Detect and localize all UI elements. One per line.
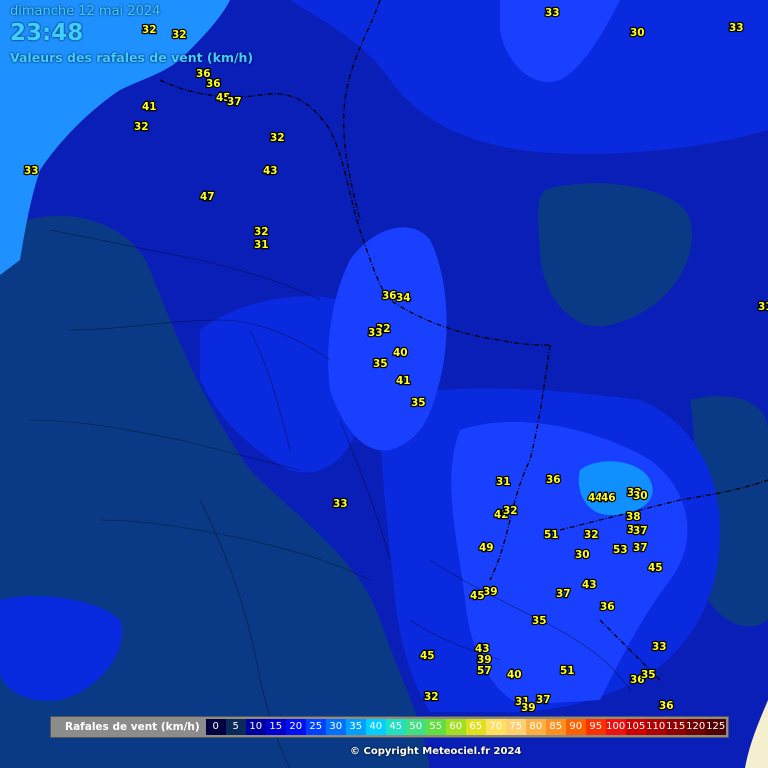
station-label: 33 [368,327,383,339]
station-label: 32 [503,505,518,517]
legend-swatch: 90 [565,719,586,735]
station-label: 35 [373,358,388,370]
legend-swatches: 0 5 10 15 20 25 30 35 40 45 50 55 60 65 70 75 80 85 90 95 10… [205,719,726,735]
station-label: 34 [396,292,411,304]
legend-swatch: 10 [245,719,266,735]
station-label: 30 [575,549,590,561]
station-label: 53 [613,544,628,556]
station-label: 47 [200,191,215,203]
station-label: 35 [532,615,547,627]
legend-swatch: 115 [665,719,686,735]
station-label: 32 [134,121,149,133]
legend-swatch: 105 [625,719,646,735]
map-time: 23:48 [10,20,84,46]
station-label: 33 [24,165,39,177]
station-label: 32 [172,29,187,41]
station-label: 51 [544,529,559,541]
station-label: 37 [227,96,242,108]
station-label: 43 [582,579,597,591]
station-label: 31 [254,239,269,251]
station-label: 40 [393,347,408,359]
color-legend: Rafales de vent (km/h) 0 5 10 15 20 25 30 35 40 4… [50,716,729,738]
legend-swatch: 75 [505,719,526,735]
legend-swatch: 15 [265,719,286,735]
station-label: 37 [633,525,648,537]
station-label: 32 [424,691,439,703]
legend-swatch: 95 [585,719,606,735]
legend-swatch: 110 [645,719,666,735]
station-label: 32 [142,24,157,36]
station-label: 32 [584,529,599,541]
legend-title: Rafales de vent (km/h) [65,721,200,733]
legend-swatch: 50 [405,719,426,735]
legend-swatch: 70 [485,719,506,735]
legend-swatch: 85 [545,719,566,735]
station-label: 36 [546,474,561,486]
station-label: 33 [729,22,744,34]
station-label: 39 [521,702,536,714]
copyright-notice: © Copyright Meteociel.fr 2024 [350,746,522,757]
map-date: dimanche 12 mai 2024 [10,4,161,19]
legend-swatch: 100 [605,719,626,735]
legend-swatch: 30 [325,719,346,735]
station-label: 37 [633,542,648,554]
station-label: 49 [479,542,494,554]
station-label: 46 [601,492,616,504]
legend-swatch: 35 [345,719,366,735]
legend-swatch: 80 [525,719,546,735]
legend-swatch: 5 [225,719,246,735]
station-label: 40 [507,669,522,681]
legend-swatch: 40 [365,719,386,735]
station-label: 41 [142,101,157,113]
station-label: 31 [496,476,511,488]
station-label: 36 [659,700,674,712]
station-label: 30 [633,490,648,502]
station-label: 36 [600,601,615,613]
station-label: 36 [382,290,397,302]
legend-swatch: 65 [465,719,486,735]
legend-swatch: 45 [385,719,406,735]
legend-swatch: 55 [425,719,446,735]
station-label: 38 [626,511,641,523]
station-label: 57 [477,665,492,677]
station-label: 31 [758,301,768,313]
station-label: 45 [648,562,663,574]
station-label: 33 [545,7,560,19]
station-label: 30 [630,27,645,39]
station-label: 36 [206,78,221,90]
station-label: 51 [560,665,575,677]
legend-swatch: 60 [445,719,466,735]
station-label: 37 [556,588,571,600]
station-label: 41 [396,375,411,387]
wind-gust-map: 32 32 36 36 45 37 41 32 32 33 43 47 32 3… [0,0,768,768]
legend-swatch: 120 [685,719,706,735]
station-label: 32 [270,132,285,144]
station-label: 35 [641,669,656,681]
map-parameter: Valeurs des rafales de vent (km/h) [10,50,254,65]
station-label: 39 [483,586,498,598]
station-label: 32 [254,226,269,238]
station-label: 35 [411,397,426,409]
station-label: 33 [333,498,348,510]
station-label: 43 [263,165,278,177]
station-label: 45 [470,590,485,602]
legend-swatch: 25 [305,719,326,735]
legend-swatch: 125 [705,719,726,735]
legend-swatch: 20 [285,719,306,735]
station-label: 45 [420,650,435,662]
station-label: 33 [652,641,667,653]
station-label: 37 [536,694,551,706]
legend-swatch: 0 [205,719,226,735]
